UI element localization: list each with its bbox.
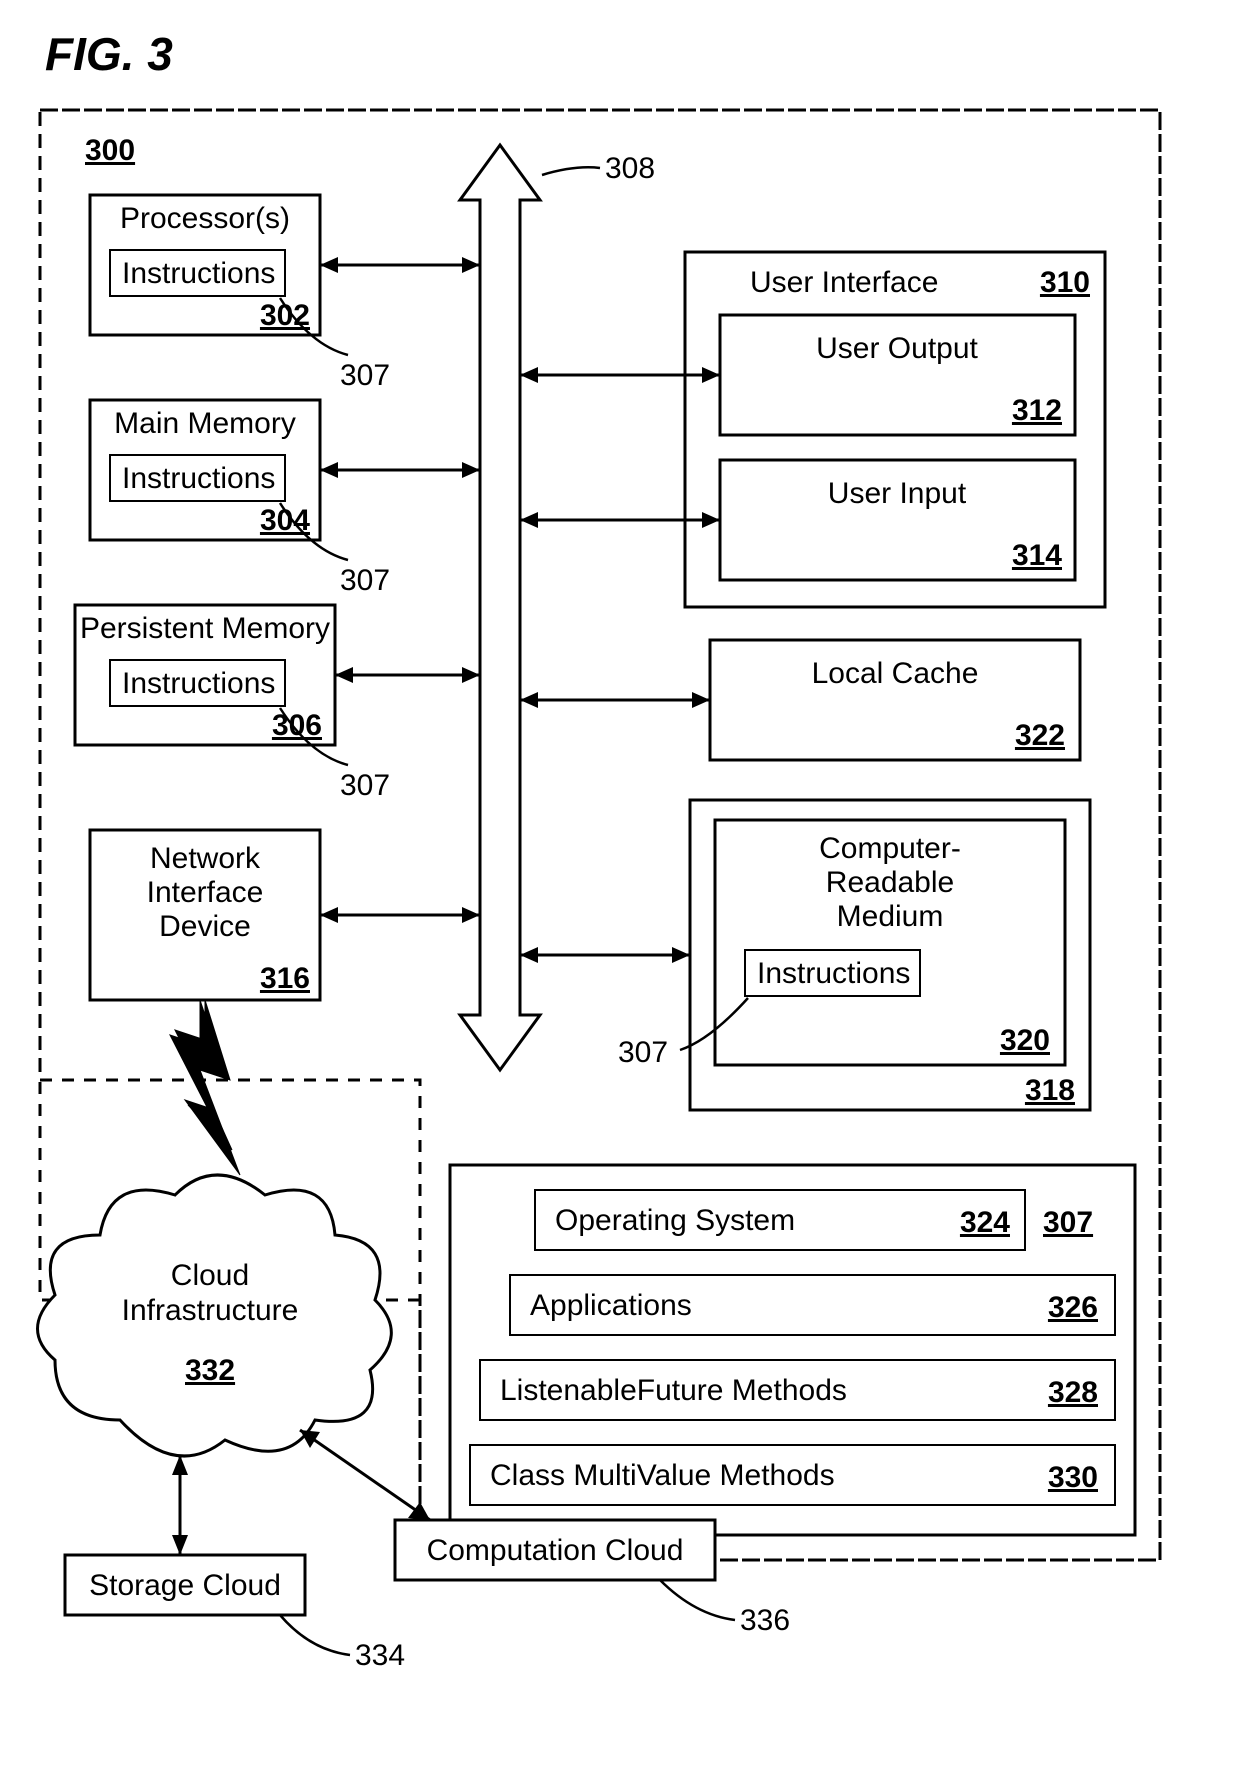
cloud-l2: Infrastructure — [122, 1294, 299, 1327]
figure-diagram: FIG. 3 300 308 Processor(s) Instructions… — [0, 0, 1240, 1770]
computation-cloud-ref: 336 — [740, 1604, 790, 1637]
medium-l2: Readable — [826, 866, 954, 899]
processor-block: Processor(s) Instructions 302 — [90, 195, 320, 335]
user-input-title: User Input — [828, 477, 967, 510]
os-title: Operating System — [555, 1204, 795, 1237]
lead-ref-2: 307 — [340, 564, 390, 597]
medium-l3: Medium — [837, 900, 944, 933]
main-memory-instructions: Instructions — [122, 462, 275, 495]
local-cache-block: Local Cache 322 — [710, 640, 1080, 760]
nid-ref: 316 — [260, 962, 310, 995]
local-cache-ref: 322 — [1015, 719, 1065, 752]
apps-ref: 326 — [1048, 1291, 1098, 1324]
storage-cloud-block: Storage Cloud — [65, 1555, 305, 1615]
user-input-ref: 314 — [1012, 539, 1062, 572]
local-cache-title: Local Cache — [812, 657, 979, 690]
computation-cloud-block: Computation Cloud — [395, 1520, 715, 1580]
user-output-ref: 312 — [1012, 394, 1062, 427]
user-interface-block: User Interface 310 User Output 312 User … — [685, 252, 1105, 607]
storage-cloud-title: Storage Cloud — [89, 1569, 281, 1602]
persistent-memory-block: Persistent Memory Instructions 306 — [75, 605, 335, 745]
main-memory-title: Main Memory — [114, 407, 296, 440]
computation-cloud-title: Computation Cloud — [427, 1534, 684, 1567]
network-interface-block: Network Interface Device 316 — [90, 830, 320, 1000]
cmv-title: Class MultiValue Methods — [490, 1459, 835, 1492]
figure-title: FIG. 3 — [45, 28, 173, 80]
lead-ref-1: 307 — [340, 359, 390, 392]
persistent-memory-ref: 306 — [272, 709, 322, 742]
persistent-memory-title: Persistent Memory — [80, 612, 330, 645]
medium-instructions: Instructions — [757, 957, 910, 990]
storage-cloud-ref: 334 — [355, 1639, 405, 1672]
cmv-ref: 330 — [1048, 1461, 1098, 1494]
bus-arrow — [460, 145, 540, 1070]
cloud-block: Cloud Infrastructure 332 — [38, 1175, 392, 1456]
system-ref: 300 — [85, 134, 135, 167]
user-output-title: User Output — [816, 332, 978, 365]
ui-ref: 310 — [1040, 266, 1090, 299]
drive-ref: 318 — [1025, 1074, 1075, 1107]
main-memory-block: Main Memory Instructions 304 — [90, 400, 320, 540]
cloud-ref: 332 — [185, 1354, 235, 1387]
processor-title: Processor(s) — [120, 202, 290, 235]
nid-l3: Device — [159, 910, 251, 943]
lfm-ref: 328 — [1048, 1376, 1098, 1409]
processor-instructions: Instructions — [122, 257, 275, 290]
lead-ref-4: 307 — [618, 1036, 668, 1069]
bus-leader — [542, 167, 600, 175]
software-stack: Operating System 324 307 Applications 32… — [450, 1165, 1135, 1535]
nid-l2: Interface — [147, 876, 264, 909]
lfm-title: ListenableFuture Methods — [500, 1374, 847, 1407]
medium-l1: Computer- — [819, 832, 961, 865]
bus-ref: 308 — [605, 152, 655, 185]
nid-l1: Network — [150, 842, 261, 875]
ui-title: User Interface — [750, 266, 938, 299]
lead-ref-3: 307 — [340, 769, 390, 802]
os-ref: 324 — [960, 1206, 1010, 1239]
medium-ref: 320 — [1000, 1024, 1050, 1057]
cloud-l1: Cloud — [171, 1259, 249, 1292]
apps-title: Applications — [530, 1289, 692, 1322]
drive-block: Computer- Readable Medium Instructions 3… — [690, 800, 1090, 1110]
software-side-ref: 307 — [1043, 1206, 1093, 1239]
persistent-memory-instructions: Instructions — [122, 667, 275, 700]
